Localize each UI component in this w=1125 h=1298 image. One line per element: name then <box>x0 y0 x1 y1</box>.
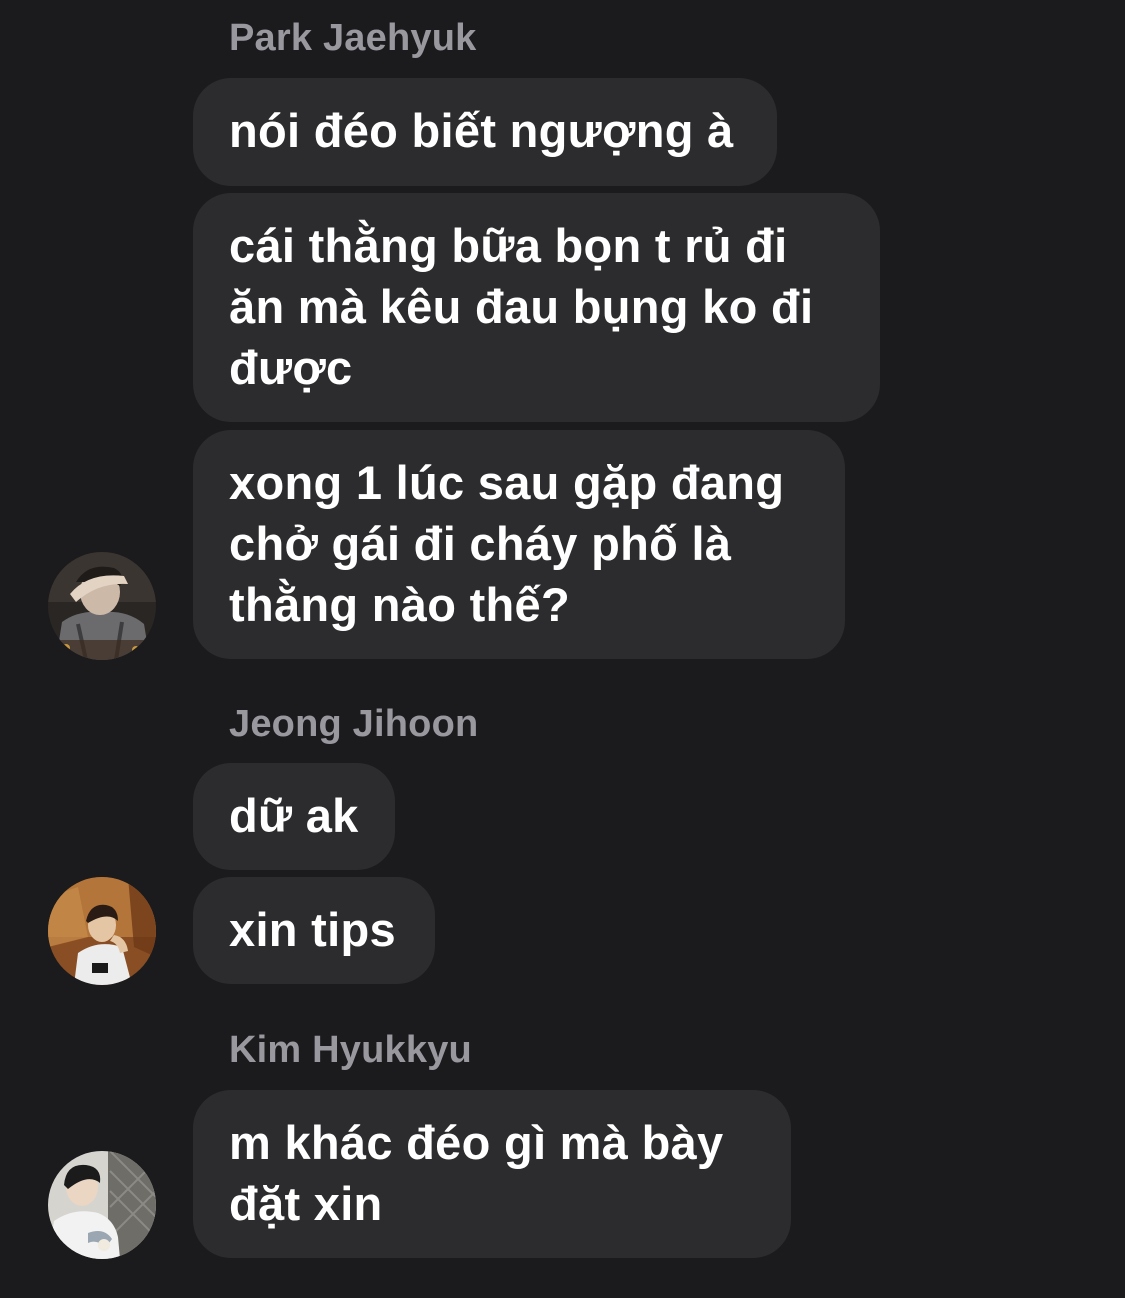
light-photo-avatar-icon <box>48 1151 156 1259</box>
message-bubble[interactable]: dữ ak <box>193 763 395 870</box>
message-line: nói đéo biết ngượng à <box>229 104 734 157</box>
sender-name: Kim Hyukkyu <box>229 1029 472 1071</box>
avatar[interactable] <box>48 877 156 985</box>
sender-name: Park Jaehyuk <box>229 17 477 59</box>
avatar[interactable] <box>48 552 156 660</box>
message-line: cái thằng bữa bọn t rủ đi <box>229 219 788 272</box>
message-line: ăn mà kêu đau bụng ko đi <box>229 280 814 333</box>
warm-photo-avatar-icon <box>48 877 156 985</box>
message-line: thằng nào thế? <box>229 578 571 631</box>
message-bubble[interactable]: cái thằng bữa bọn t rủ đi ăn mà kêu đau … <box>193 193 880 422</box>
message-line: xong 1 lúc sau gặp đang <box>229 456 785 509</box>
message-line: dữ ak <box>229 789 359 842</box>
message-bubble[interactable]: m khác đéo gì mà bày đặt xin <box>193 1090 791 1258</box>
chat-thread: Park Jaehyuk nói đéo biết ngượng à cái t… <box>0 0 1125 1298</box>
sender-name: Jeong Jihoon <box>229 703 479 745</box>
avatar[interactable] <box>48 1151 156 1259</box>
dark-photo-avatar-icon <box>48 552 156 660</box>
message-line: m khác đéo gì mà bày <box>229 1116 724 1169</box>
message-bubble[interactable]: xin tips <box>193 877 435 984</box>
message-line: xin tips <box>229 903 396 956</box>
message-bubble[interactable]: xong 1 lúc sau gặp đang chở gái đi cháy … <box>193 430 845 659</box>
message-bubble[interactable]: nói đéo biết ngượng à <box>193 78 777 186</box>
message-line: được <box>229 341 353 394</box>
message-line: chở gái đi cháy phố là <box>229 517 732 570</box>
message-line: đặt xin <box>229 1177 383 1230</box>
